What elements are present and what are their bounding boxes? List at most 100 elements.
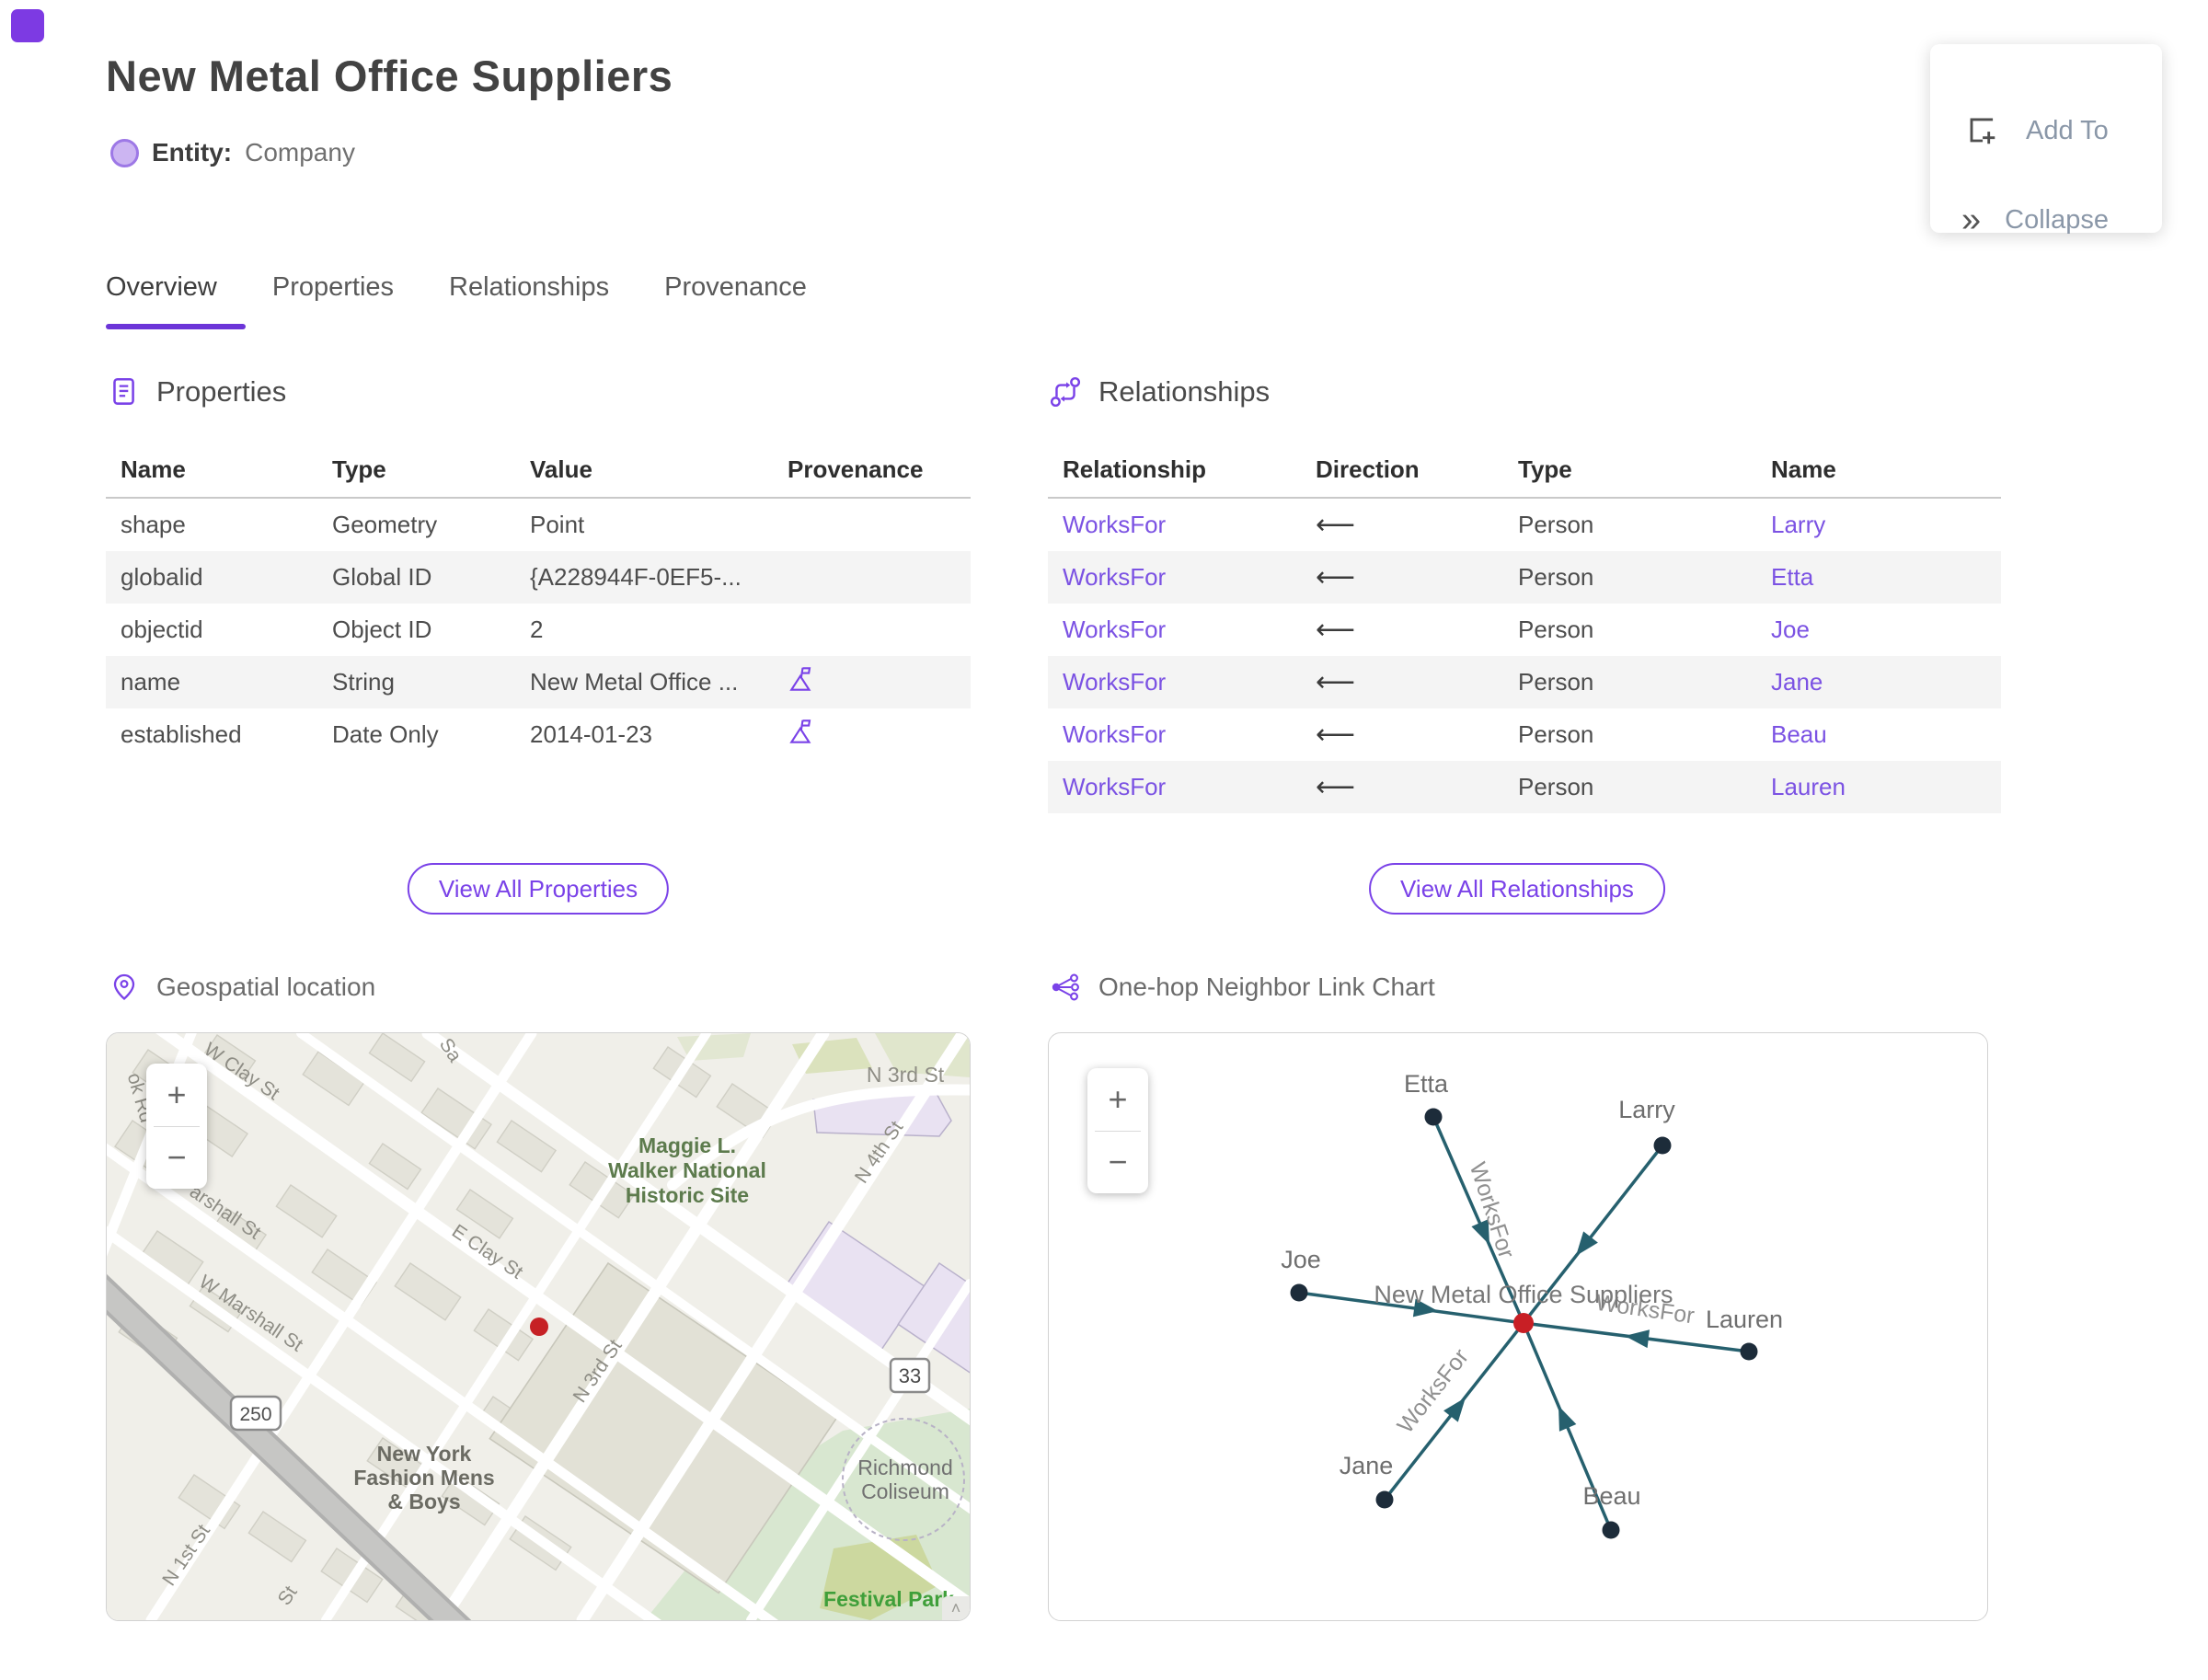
geospatial-section-title: Geospatial location — [156, 972, 376, 1001]
chart-zoom-in-button[interactable]: + — [1087, 1068, 1148, 1131]
svg-text:N 3rd St: N 3rd St — [867, 1063, 945, 1087]
properties-icon — [113, 377, 134, 405]
relationship-link[interactable]: WorksFor — [1048, 773, 1301, 801]
relationship-link[interactable]: WorksFor — [1048, 563, 1301, 592]
col-provenance: Provenance — [788, 455, 924, 483]
svg-text:Joe: Joe — [1281, 1246, 1321, 1273]
view-all-relationships-button[interactable]: View All Relationships — [1369, 863, 1665, 915]
relationships-table: Relationship Direction Type Name WorksFo… — [1048, 442, 2001, 813]
direction-arrow: ⟵ — [1316, 509, 1356, 541]
entity-detail-page: New Metal Office Suppliers Entity: Compa… — [0, 0, 2208, 1680]
svg-text:Coliseum: Coliseum — [861, 1479, 949, 1503]
map-zoom-out-button[interactable]: − — [146, 1127, 207, 1190]
view-all-properties-button[interactable]: View All Properties — [407, 863, 670, 915]
provenance-flag-icon[interactable] — [788, 664, 817, 694]
entity-link[interactable]: Jane — [1756, 668, 2001, 696]
entity-label: Entity: — [152, 138, 233, 167]
geospatial-section-header: Geospatial location — [109, 972, 375, 1003]
route-shield-250: 250 — [229, 1395, 282, 1432]
map-canvas[interactable]: 250 33 ok Rd W Clay St Sa arshall St W M… — [107, 1033, 970, 1620]
chart-zoom-control: + − — [1087, 1068, 1148, 1193]
svg-text:Historic Site: Historic Site — [626, 1183, 749, 1207]
collapse-label: Collapse — [2005, 204, 2109, 235]
svg-text:250: 250 — [239, 1404, 271, 1425]
col-name: Name — [121, 455, 186, 483]
add-to-button[interactable]: Add To — [1961, 110, 2109, 151]
svg-text:Etta: Etta — [1404, 1070, 1449, 1098]
active-tab-underline — [106, 324, 246, 329]
node-center-company[interactable] — [1513, 1313, 1534, 1333]
svg-text:Jane: Jane — [1340, 1452, 1394, 1479]
col-value: Value — [530, 455, 592, 483]
direction-arrow: ⟵ — [1316, 771, 1356, 803]
relationship-link[interactable]: WorksFor — [1048, 511, 1301, 539]
svg-text:Beau: Beau — [1582, 1482, 1640, 1510]
relationship-row: WorksFor ⟵ Person Joe — [1048, 604, 2001, 656]
tab-provenance[interactable]: Provenance — [664, 272, 807, 323]
entity-link[interactable]: Joe — [1756, 616, 2001, 644]
entity-type-dot — [110, 138, 139, 167]
direction-arrow: ⟵ — [1316, 719, 1356, 751]
svg-text:& Boys: & Boys — [387, 1490, 460, 1513]
node-lauren[interactable] — [1740, 1342, 1758, 1361]
link-chart-icon — [1052, 973, 1079, 1001]
relationship-row: WorksFor ⟵ Person Etta — [1048, 551, 2001, 604]
node-etta[interactable] — [1424, 1108, 1443, 1126]
relationship-row: WorksFor ⟵ Person Beau — [1048, 708, 2001, 761]
relationships-icon — [1050, 376, 1081, 408]
chart-zoom-out-button[interactable]: − — [1087, 1132, 1148, 1194]
map-zoom-in-button[interactable]: + — [146, 1064, 207, 1126]
node-beau[interactable] — [1602, 1521, 1620, 1539]
link-chart-canvas[interactable]: WorksFor WorksFor WorksFor Etta Larry Jo… — [1049, 1033, 1987, 1620]
svg-text:Festival Park: Festival Park — [823, 1587, 954, 1611]
entity-type-value: Company — [245, 138, 355, 167]
relationship-link[interactable]: WorksFor — [1048, 668, 1301, 696]
tab-relationships[interactable]: Relationships — [449, 272, 609, 323]
svg-text:Maggie L.: Maggie L. — [638, 1133, 736, 1157]
direction-arrow: ⟵ — [1316, 666, 1356, 698]
entity-link[interactable]: Etta — [1756, 563, 2001, 592]
relationships-section-header: Relationships — [1049, 375, 1270, 408]
tab-overview[interactable]: Overview — [106, 272, 217, 323]
svg-text:Fashion Mens: Fashion Mens — [353, 1466, 494, 1490]
center-node-label: New Metal Office Suppliers — [1374, 1281, 1673, 1308]
properties-section-title: Properties — [156, 375, 287, 408]
col-relationship: Relationship — [1063, 455, 1207, 483]
map-card: 250 33 ok Rd W Clay St Sa arshall St W M… — [106, 1032, 971, 1621]
node-jane[interactable] — [1375, 1490, 1394, 1509]
node-joe[interactable] — [1290, 1283, 1308, 1302]
tab-properties[interactable]: Properties — [272, 272, 394, 323]
property-row: name String New Metal Office ... — [106, 656, 971, 708]
entity-link[interactable]: Lauren — [1756, 773, 2001, 801]
map-attribution-expander[interactable]: ˄ — [942, 1596, 970, 1620]
app-accent-square — [11, 9, 44, 42]
properties-table: Name Type Value Provenance shape Geometr… — [106, 442, 971, 761]
add-to-icon — [1970, 118, 1995, 144]
relationship-link[interactable]: WorksFor — [1048, 720, 1301, 749]
properties-table-header: Name Type Value Provenance — [106, 442, 971, 499]
provenance-flag-icon[interactable] — [788, 717, 817, 746]
tab-bar: Overview Properties Relationships Proven… — [106, 272, 807, 323]
link-chart-section-title: One-hop Neighbor Link Chart — [1098, 972, 1435, 1001]
relationships-section-title: Relationships — [1098, 375, 1271, 408]
double-chevron-right-icon: » — [1961, 201, 1982, 239]
col-type: Type — [332, 455, 386, 483]
col-direction: Direction — [1316, 455, 1420, 483]
relationship-link[interactable]: WorksFor — [1048, 616, 1301, 644]
relationship-row: WorksFor ⟵ Person Larry — [1048, 499, 2001, 551]
entity-link[interactable]: Larry — [1756, 511, 2001, 539]
collapse-button[interactable]: » Collapse — [1961, 202, 2109, 237]
floating-action-card: Add To » Collapse — [1930, 44, 2162, 237]
svg-text:Richmond: Richmond — [857, 1456, 953, 1479]
property-row: shape Geometry Point — [121, 511, 585, 538]
relationship-row: WorksFor ⟵ Person Lauren — [1048, 761, 2001, 813]
entity-link[interactable]: Beau — [1756, 720, 2001, 749]
svg-text:Larry: Larry — [1618, 1096, 1675, 1123]
property-row: established Date Only 2014-01-23 — [106, 708, 971, 761]
direction-arrow: ⟵ — [1316, 561, 1356, 593]
node-larry[interactable] — [1653, 1136, 1672, 1155]
direction-arrow: ⟵ — [1316, 614, 1356, 646]
properties-section-header: Properties — [107, 375, 286, 408]
map-pin-icon — [113, 973, 135, 1001]
location-marker[interactable] — [530, 1318, 548, 1336]
